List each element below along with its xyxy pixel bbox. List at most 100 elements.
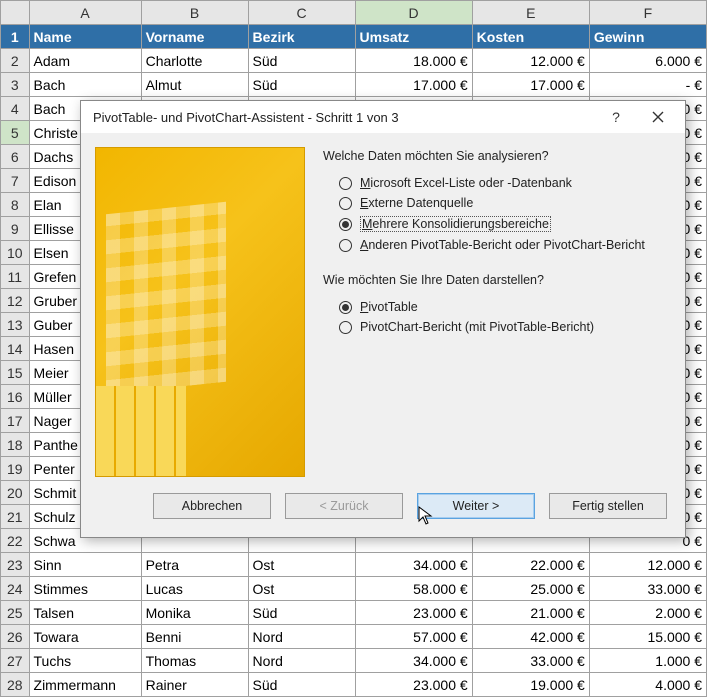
cell[interactable]: Ost [248,553,355,577]
radio-src-2[interactable]: Mehrere Konsolidierungsbereiche [323,213,667,235]
cell[interactable]: 33.000 € [472,649,589,673]
cell[interactable]: 33.000 € [589,577,706,601]
cell[interactable]: 21.000 € [472,601,589,625]
cell[interactable]: 34.000 € [355,649,472,673]
cell[interactable]: Charlotte [141,49,248,73]
cell[interactable]: 23.000 € [355,601,472,625]
header-cell[interactable]: Name [29,25,141,49]
cell[interactable]: Adam [29,49,141,73]
cell[interactable]: 2.000 € [589,601,706,625]
row-header[interactable]: 12 [1,289,30,313]
cell[interactable]: 15.000 € [589,625,706,649]
radio-out-1[interactable]: PivotChart-Bericht (mit PivotTable-Beric… [323,317,667,337]
row-header[interactable]: 21 [1,505,30,529]
cell[interactable]: 34.000 € [355,553,472,577]
select-all-corner[interactable] [1,1,30,25]
cell[interactable]: 42.000 € [472,625,589,649]
row-header[interactable]: 11 [1,265,30,289]
col-header-D[interactable]: D [355,1,472,25]
row-header[interactable]: 4 [1,97,30,121]
cell[interactable]: Nord [248,649,355,673]
header-cell[interactable]: Umsatz [355,25,472,49]
cell[interactable]: Zimmermann [29,673,141,697]
row-header[interactable]: 27 [1,649,30,673]
header-cell[interactable]: Kosten [472,25,589,49]
cell[interactable]: Ost [248,577,355,601]
col-header-A[interactable]: A [29,1,141,25]
finish-button[interactable]: Fertig stellen [549,493,667,519]
cell[interactable]: Almut [141,73,248,97]
cell[interactable]: - € [589,73,706,97]
cell[interactable]: Monika [141,601,248,625]
row-header[interactable]: 18 [1,433,30,457]
row-header[interactable]: 13 [1,313,30,337]
cancel-button[interactable]: Abbrechen [153,493,271,519]
cell[interactable]: Süd [248,73,355,97]
row-header[interactable]: 28 [1,673,30,697]
row-header[interactable]: 2 [1,49,30,73]
cell[interactable]: Tuchs [29,649,141,673]
col-header-E[interactable]: E [472,1,589,25]
row-header[interactable]: 7 [1,169,30,193]
cell[interactable]: Stimmes [29,577,141,601]
row-header[interactable]: 19 [1,457,30,481]
row-header[interactable]: 5 [1,121,30,145]
row-header[interactable]: 24 [1,577,30,601]
col-header-F[interactable]: F [589,1,706,25]
radio-src-3[interactable]: Anderen PivotTable-Bericht oder PivotCha… [323,235,667,255]
radio-out-0[interactable]: PivotTable [323,297,667,317]
radio-src-0[interactable]: Microsoft Excel-Liste oder -Datenbank [323,173,667,193]
row-header[interactable]: 10 [1,241,30,265]
cell[interactable]: 12.000 € [589,553,706,577]
cell[interactable]: Süd [248,601,355,625]
cell[interactable]: Sinn [29,553,141,577]
cell[interactable]: 25.000 € [472,577,589,601]
cell[interactable]: Süd [248,673,355,697]
header-cell[interactable]: Vorname [141,25,248,49]
row-header[interactable]: 9 [1,217,30,241]
col-header-B[interactable]: B [141,1,248,25]
cell[interactable]: Rainer [141,673,248,697]
cell[interactable]: 1.000 € [589,649,706,673]
cell[interactable]: 4.000 € [589,673,706,697]
row-header[interactable]: 14 [1,337,30,361]
row-header[interactable]: 20 [1,481,30,505]
cell[interactable]: Bach [29,73,141,97]
cell[interactable]: Thomas [141,649,248,673]
cell[interactable]: Petra [141,553,248,577]
row-header[interactable]: 17 [1,409,30,433]
row-header[interactable]: 16 [1,385,30,409]
cell[interactable]: Benni [141,625,248,649]
cell[interactable]: 23.000 € [355,673,472,697]
row-header[interactable]: 25 [1,601,30,625]
dialog-titlebar[interactable]: PivotTable- und PivotChart-Assistent - S… [81,101,685,133]
col-header-C[interactable]: C [248,1,355,25]
next-button[interactable]: Weiter > [417,493,535,519]
row-header[interactable]: 26 [1,625,30,649]
cell[interactable]: 22.000 € [472,553,589,577]
row-header[interactable]: 22 [1,529,30,553]
cell[interactable]: 17.000 € [355,73,472,97]
close-button[interactable] [637,102,679,132]
header-cell[interactable]: Bezirk [248,25,355,49]
cell[interactable]: 17.000 € [472,73,589,97]
cell[interactable]: 57.000 € [355,625,472,649]
row-header[interactable]: 8 [1,193,30,217]
cell[interactable]: Talsen [29,601,141,625]
row-header[interactable]: 6 [1,145,30,169]
row-header[interactable]: 3 [1,73,30,97]
cell[interactable]: Towara [29,625,141,649]
header-cell[interactable]: Gewinn [589,25,706,49]
row-header[interactable]: 1 [1,25,30,49]
cell[interactable]: Süd [248,49,355,73]
row-header[interactable]: 15 [1,361,30,385]
help-button[interactable]: ? [595,102,637,132]
cell[interactable]: 58.000 € [355,577,472,601]
row-header[interactable]: 23 [1,553,30,577]
cell[interactable]: 19.000 € [472,673,589,697]
cell[interactable]: Nord [248,625,355,649]
cell[interactable]: 18.000 € [355,49,472,73]
cell[interactable]: 12.000 € [472,49,589,73]
radio-src-1[interactable]: Externe Datenquelle [323,193,667,213]
cell[interactable]: Lucas [141,577,248,601]
